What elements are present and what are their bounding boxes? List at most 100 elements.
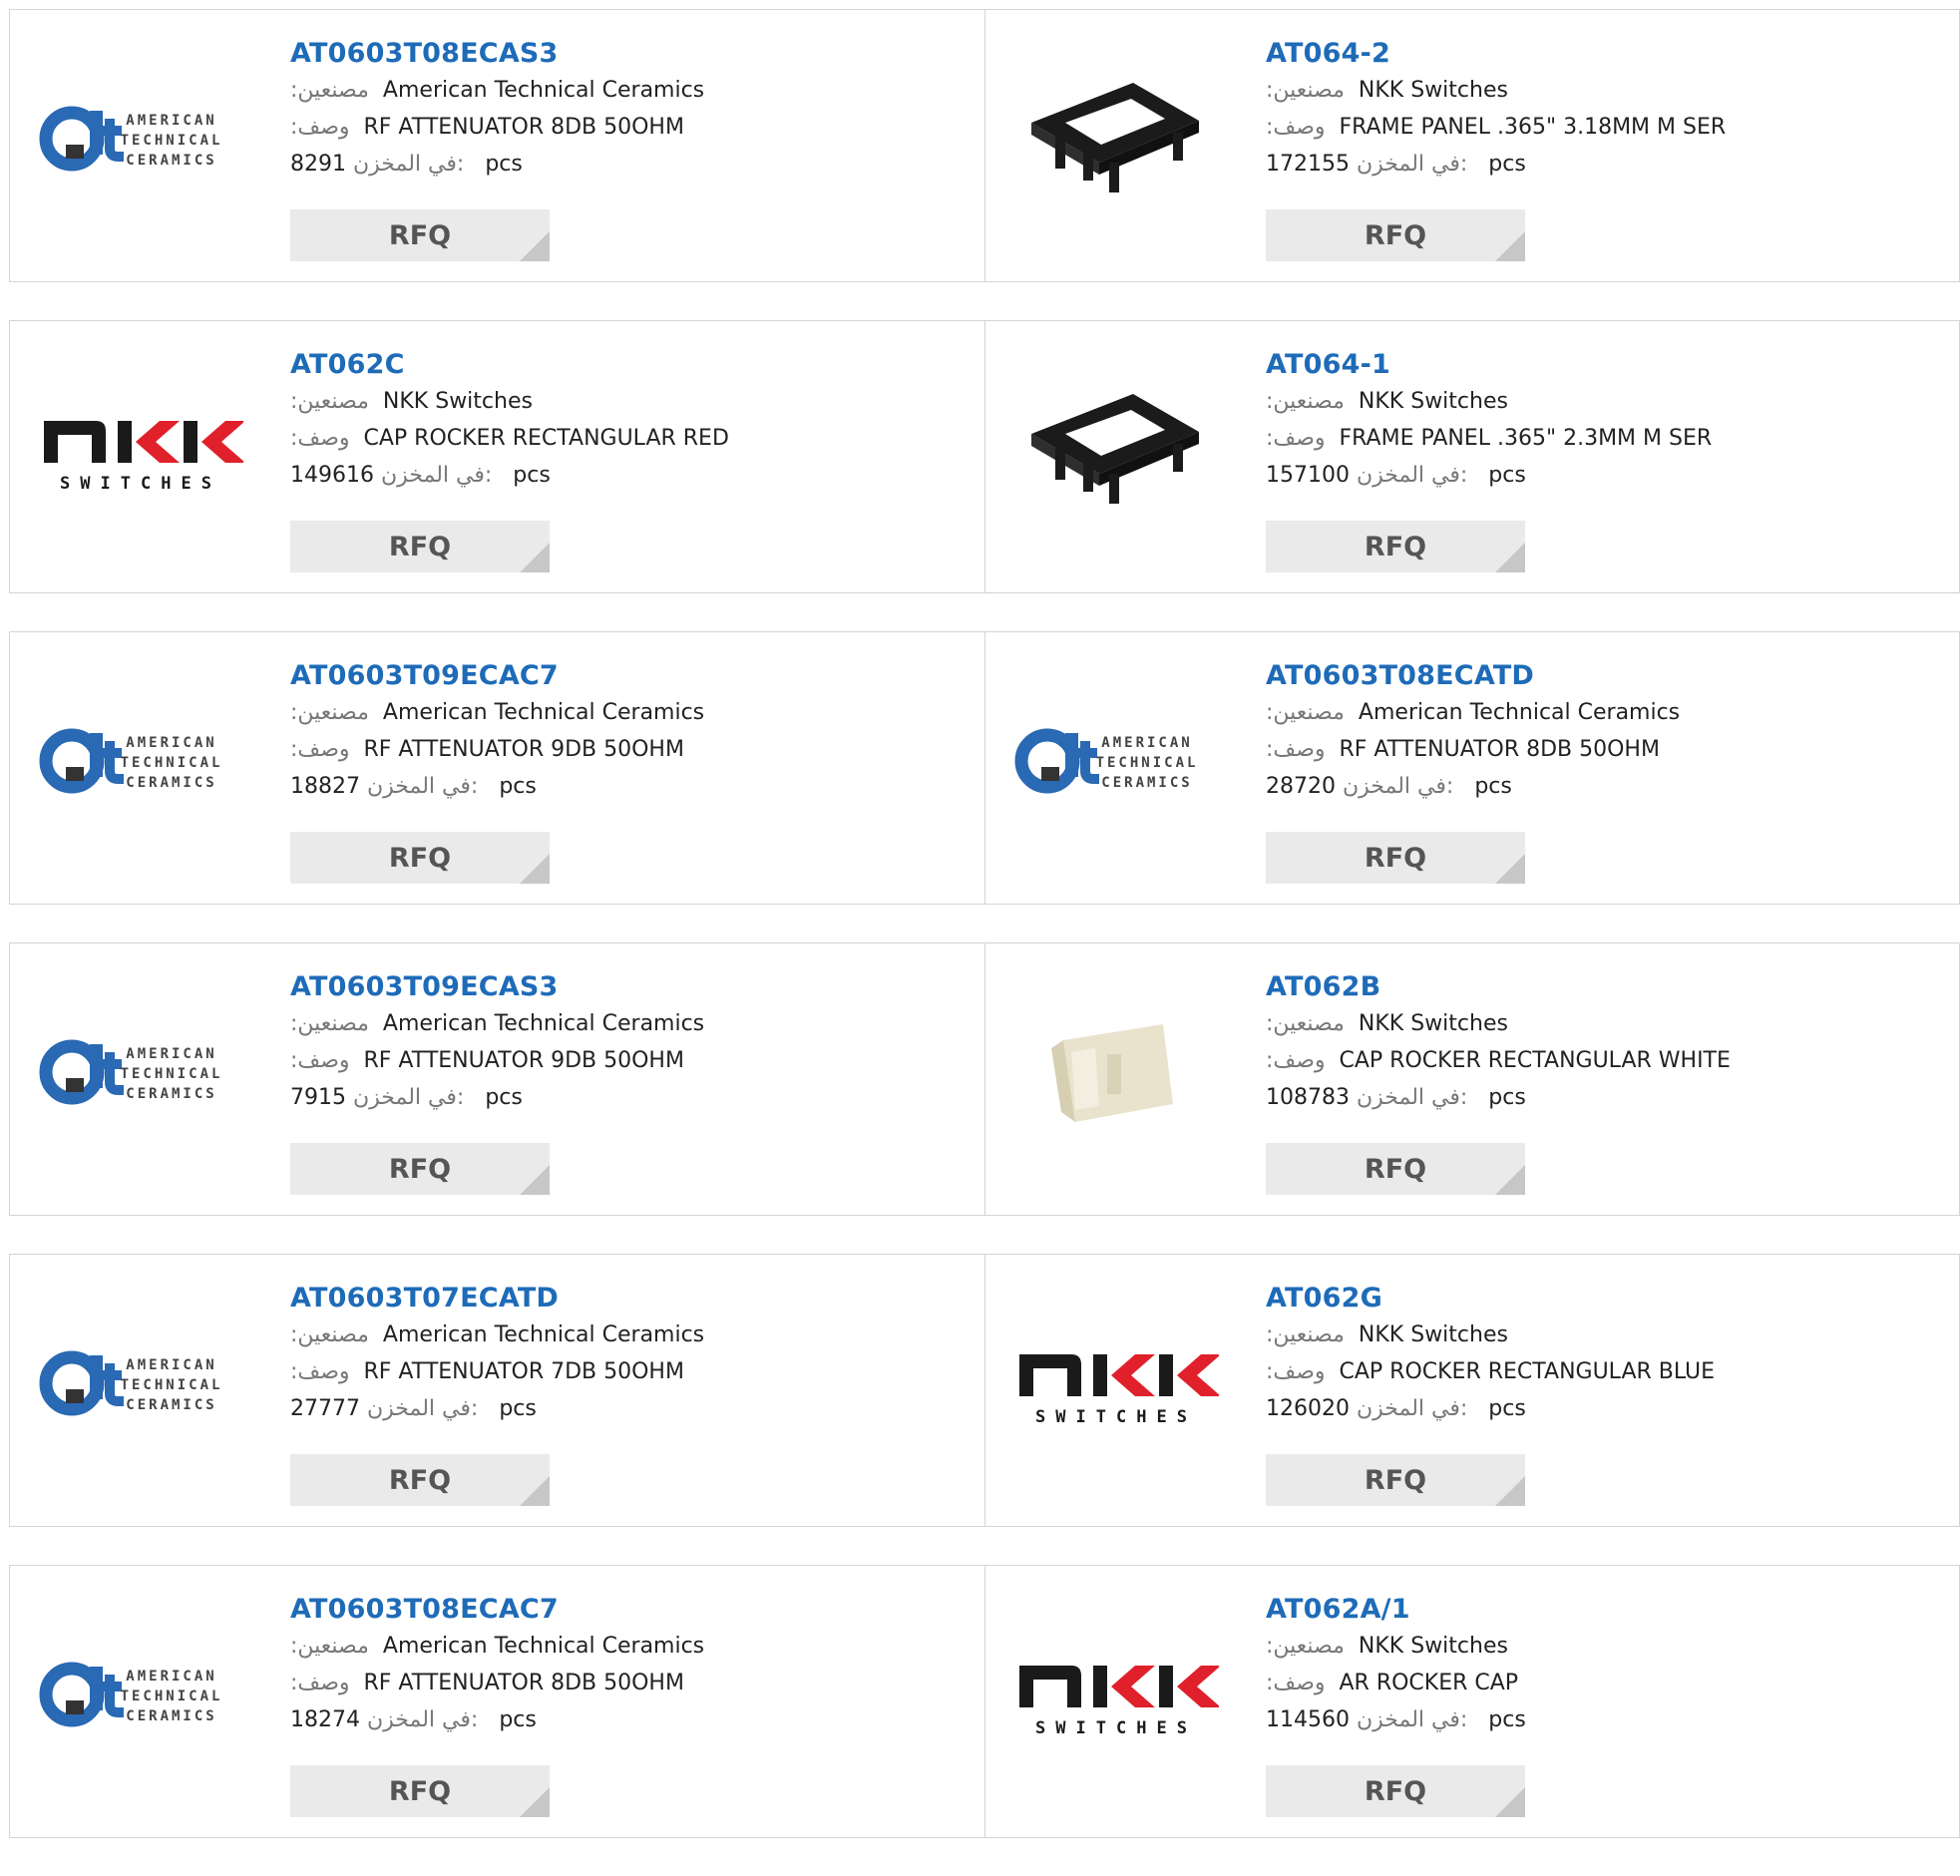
atc-logo[interactable]: AMERICAN TECHNICAL CERAMICS — [38, 38, 243, 243]
product-grid: AMERICAN TECHNICAL CERAMICS AT0603T08ECA… — [9, 9, 1960, 1876]
description-label: :وصف — [290, 426, 350, 451]
stock-label: في المخزن: — [1356, 463, 1468, 488]
part-number-link[interactable]: AT0603T08ECAC7 — [290, 1592, 704, 1628]
stock-label: في المخزن: — [1356, 1707, 1468, 1732]
svg-text:TECHNICAL: TECHNICAL — [121, 1377, 223, 1393]
stock-label: في المخزن: — [353, 152, 465, 177]
part-number-link[interactable]: AT062C — [290, 347, 729, 383]
part-number-link[interactable]: AT0603T08ECATD — [1266, 658, 1680, 694]
rfq-button[interactable]: RFQ — [1266, 1454, 1525, 1506]
product-card: AMERICAN TECHNICAL CERAMICS AT0603T08ECA… — [9, 1565, 986, 1838]
manufacturer-label: :مصنعين — [1266, 1634, 1345, 1659]
product-row: AMERICAN TECHNICAL CERAMICS AT0603T08ECA… — [9, 9, 1960, 282]
description-label: :وصف — [1266, 1359, 1326, 1384]
svg-text:AMERICAN: AMERICAN — [126, 1046, 216, 1062]
rfq-button[interactable]: RFQ — [1266, 521, 1525, 572]
description-label: :وصف — [290, 1048, 350, 1073]
stock-value: 172155 — [1266, 152, 1350, 177]
manufacturer-value: NKK Switches — [1358, 1634, 1508, 1659]
rfq-button[interactable]: RFQ — [290, 209, 550, 261]
manufacturer-label: :مصنعين — [290, 1634, 369, 1659]
description-value: CAP ROCKER RECTANGULAR WHITE — [1339, 1048, 1731, 1073]
rfq-button[interactable]: RFQ — [1266, 1143, 1525, 1195]
description-label: :وصف — [290, 115, 350, 140]
rfq-button[interactable]: RFQ — [1266, 1765, 1525, 1817]
nkk-logo[interactable]: SWITCHES — [38, 349, 243, 555]
nkk-logo[interactable]: SWITCHES — [1013, 1283, 1219, 1488]
stock-value: 18274 — [290, 1707, 360, 1732]
product-card: AMERICAN TECHNICAL CERAMICS AT0603T09ECA… — [9, 942, 986, 1216]
svg-text:CERAMICS: CERAMICS — [126, 1397, 216, 1413]
rocker-cap-image[interactable] — [1013, 971, 1219, 1177]
manufacturer-value: American Technical Ceramics — [382, 1634, 705, 1659]
manufacturer-value: American Technical Ceramics — [382, 1011, 705, 1036]
stock-unit: pcs — [1488, 1707, 1526, 1732]
description-value: RF ATTENUATOR 7DB 50OHM — [363, 1359, 684, 1384]
manufacturer-label: :مصنعين — [1266, 1011, 1345, 1036]
product-card: AT064-1 :مصنعين NKK Switches :وصف FRAME PA… — [984, 320, 1960, 593]
part-number-link[interactable]: AT064-1 — [1266, 347, 1712, 383]
atc-logo[interactable]: AMERICAN TECHNICAL CERAMICS — [38, 660, 243, 866]
nkk-logo[interactable]: SWITCHES — [1013, 1594, 1219, 1799]
manufacturer-value: NKK Switches — [1358, 389, 1508, 414]
description-label: :وصف — [290, 737, 350, 762]
rfq-button[interactable]: RFQ — [1266, 832, 1525, 884]
frame-panel-image[interactable] — [1013, 38, 1219, 243]
stock-unit: pcs — [499, 774, 537, 799]
part-number-link[interactable]: AT0603T09ECAS3 — [290, 969, 704, 1005]
rfq-button[interactable]: RFQ — [290, 521, 550, 572]
part-number-link[interactable]: AT0603T09ECAC7 — [290, 658, 704, 694]
stock-value: 149616 — [290, 463, 374, 488]
description-value: CAP ROCKER RECTANGULAR BLUE — [1339, 1359, 1716, 1384]
part-number-link[interactable]: AT0603T08ECAS3 — [290, 36, 704, 72]
part-number-link[interactable]: AT0603T07ECATD — [290, 1281, 704, 1316]
stock-unit: pcs — [1474, 774, 1512, 799]
stock-label: في المخزن: — [380, 463, 493, 488]
svg-text:SWITCHES: SWITCHES — [1035, 1407, 1197, 1427]
atc-logo[interactable]: AMERICAN TECHNICAL CERAMICS — [38, 971, 243, 1177]
rfq-button[interactable]: RFQ — [1266, 209, 1525, 261]
manufacturer-label: :مصنعين — [290, 1322, 369, 1347]
manufacturer-value: NKK Switches — [1358, 78, 1508, 103]
rfq-button[interactable]: RFQ — [290, 1765, 550, 1817]
description-value: AR ROCKER CAP — [1339, 1671, 1519, 1695]
svg-text:TECHNICAL: TECHNICAL — [1096, 755, 1199, 771]
product-card: AMERICAN TECHNICAL CERAMICS AT0603T07ECA… — [9, 1254, 986, 1527]
stock-label: في المخزن: — [1343, 774, 1454, 799]
description-label: :وصف — [1266, 737, 1326, 762]
description-label: :وصف — [1266, 1048, 1326, 1073]
stock-value: 8291 — [290, 152, 346, 177]
stock-label: في المخزن: — [367, 774, 479, 799]
part-number-link[interactable]: AT064-2 — [1266, 36, 1726, 72]
manufacturer-label: :مصنعين — [290, 78, 369, 103]
product-card: AT064-2 :مصنعين NKK Switches :وصف FRAME PA… — [984, 9, 1960, 282]
svg-text:CERAMICS: CERAMICS — [126, 153, 216, 169]
frame-panel-image[interactable] — [1013, 349, 1219, 555]
atc-logo[interactable]: AMERICAN TECHNICAL CERAMICS — [38, 1594, 243, 1799]
stock-label: في المخزن: — [1356, 1085, 1468, 1110]
product-card: SWITCHES AT062C :مصنعين NKK Switches :وصف… — [9, 320, 986, 593]
manufacturer-label: :مصنعين — [1266, 1322, 1345, 1347]
manufacturer-value: American Technical Ceramics — [382, 1322, 705, 1347]
stock-value: 7915 — [290, 1085, 346, 1110]
stock-unit: pcs — [1488, 463, 1526, 488]
part-number-link[interactable]: AT062A/1 — [1266, 1592, 1526, 1628]
part-number-link[interactable]: AT062G — [1266, 1281, 1715, 1316]
manufacturer-value: NKK Switches — [1358, 1011, 1508, 1036]
part-number-link[interactable]: AT062B — [1266, 969, 1731, 1005]
rfq-button[interactable]: RFQ — [290, 1143, 550, 1195]
svg-text:CERAMICS: CERAMICS — [1101, 775, 1192, 791]
rfq-button[interactable]: RFQ — [290, 832, 550, 884]
stock-value: 108783 — [1266, 1085, 1350, 1110]
product-card: AMERICAN TECHNICAL CERAMICS AT0603T09ECA… — [9, 631, 986, 905]
svg-text:AMERICAN: AMERICAN — [126, 1669, 216, 1685]
product-row: AMERICAN TECHNICAL CERAMICS AT0603T09ECA… — [9, 631, 1960, 905]
stock-unit: pcs — [499, 1707, 537, 1732]
svg-text:TECHNICAL: TECHNICAL — [121, 755, 223, 771]
atc-logo[interactable]: AMERICAN TECHNICAL CERAMICS — [38, 1283, 243, 1488]
atc-logo[interactable]: AMERICAN TECHNICAL CERAMICS — [1013, 660, 1219, 866]
stock-unit: pcs — [1488, 1396, 1526, 1421]
rfq-button[interactable]: RFQ — [290, 1454, 550, 1506]
stock-value: 126020 — [1266, 1396, 1350, 1421]
svg-text:TECHNICAL: TECHNICAL — [121, 1688, 223, 1704]
